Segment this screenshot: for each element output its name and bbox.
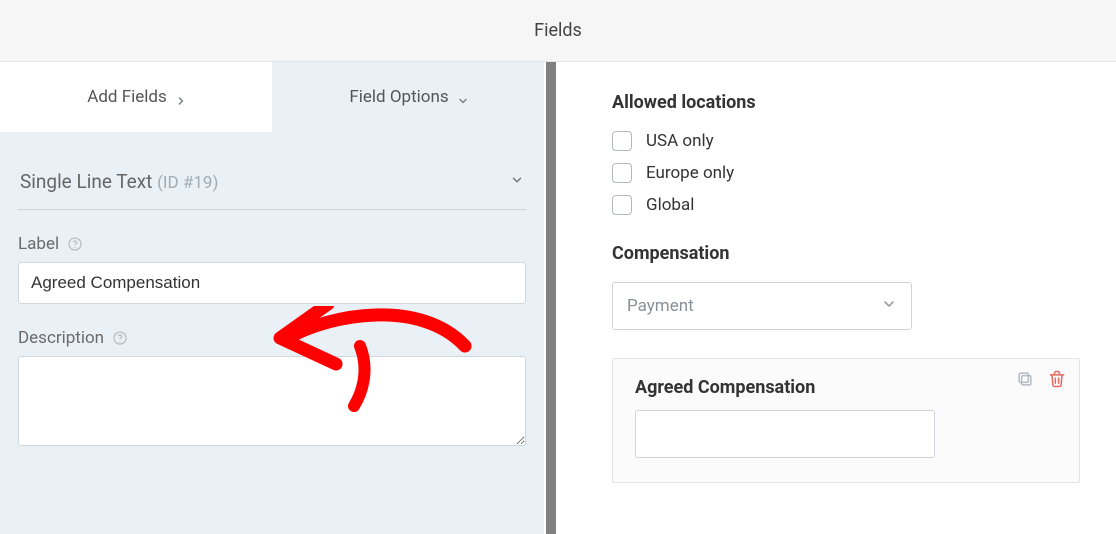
select-placeholder: Payment [627, 296, 694, 316]
checkbox-label: Europe only [646, 163, 734, 183]
field-preview-card[interactable]: Agreed Compensation [612, 358, 1080, 483]
compensation-block: Compensation Payment [612, 243, 1102, 330]
description-textarea[interactable] [18, 356, 526, 446]
checkbox-row-usa[interactable]: USA only [612, 131, 1102, 151]
tab-add-fields-label: Add Fields [87, 87, 167, 107]
allowed-locations-title: Allowed locations [612, 92, 1102, 113]
tab-add-fields[interactable]: Add Fields [0, 62, 272, 132]
main-row: Add Fields Field Options Single Line Tex… [0, 62, 1116, 534]
card-actions [1015, 369, 1067, 389]
chevron-down-icon [510, 172, 524, 191]
section-header[interactable]: Single Line Text (ID #19) [18, 150, 526, 210]
top-bar: Fields [0, 0, 1116, 62]
checkbox-row-global[interactable]: Global [612, 195, 1102, 215]
description-caption: Description [18, 328, 104, 348]
field-id-label: (ID #19) [157, 173, 218, 193]
label-caption: Label [18, 234, 59, 254]
field-type-label: Single Line Text [20, 170, 152, 193]
panel-body: Single Line Text (ID #19) Label [0, 132, 544, 450]
duplicate-icon[interactable] [1015, 369, 1035, 389]
tab-field-options-label: Field Options [349, 87, 448, 107]
allowed-locations-block: Allowed locations USA only Europe only G… [612, 92, 1102, 215]
help-icon[interactable] [67, 236, 83, 252]
help-icon[interactable] [112, 330, 128, 346]
panel-divider[interactable] [544, 62, 558, 534]
chevron-right-icon [175, 92, 185, 102]
chevron-down-icon [881, 296, 897, 317]
page-title: Fields [534, 20, 582, 41]
label-input[interactable] [18, 262, 526, 304]
preview-field-input[interactable] [635, 410, 935, 458]
right-preview-panel: Allowed locations USA only Europe only G… [558, 62, 1116, 534]
checkbox-row-europe[interactable]: Europe only [612, 163, 1102, 183]
chevron-down-icon [457, 92, 467, 102]
section-title: Single Line Text (ID #19) [20, 170, 218, 193]
checkbox-label: Global [646, 195, 694, 215]
compensation-title: Compensation [612, 243, 1102, 264]
checkbox-label: USA only [646, 131, 714, 151]
left-panel: Add Fields Field Options Single Line Tex… [0, 62, 544, 534]
checkbox-box[interactable] [612, 131, 632, 151]
trash-icon[interactable] [1047, 369, 1067, 389]
checkbox-box[interactable] [612, 195, 632, 215]
preview-field-label: Agreed Compensation [635, 377, 1057, 398]
tab-field-options[interactable]: Field Options [272, 62, 544, 132]
compensation-select[interactable]: Payment [612, 282, 912, 330]
label-group: Label [18, 234, 526, 304]
checkbox-box[interactable] [612, 163, 632, 183]
tabs: Add Fields Field Options [0, 62, 544, 132]
description-group: Description [18, 328, 526, 450]
